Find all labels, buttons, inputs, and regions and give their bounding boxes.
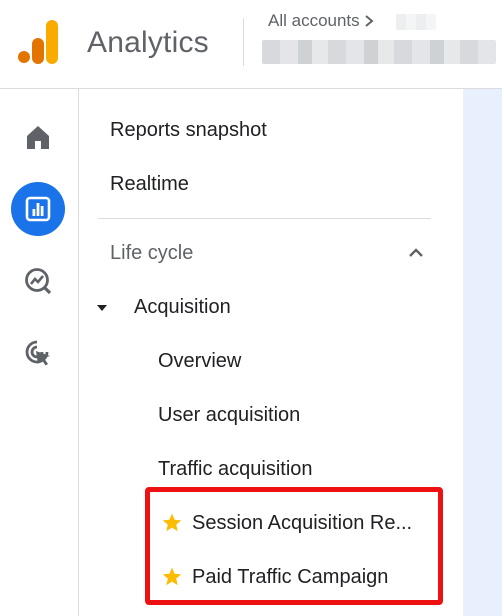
breadcrumb[interactable]: All accounts	[268, 10, 374, 32]
nav-traffic-acquisition[interactable]: Traffic acquisition	[158, 456, 313, 482]
nav-divider	[98, 218, 431, 219]
explore-icon	[25, 268, 52, 295]
property-selector[interactable]	[262, 40, 496, 64]
rail-explore-button[interactable]	[11, 254, 65, 308]
app-title: Analytics	[87, 26, 209, 59]
reports-nav-panel: Reports snapshot Realtime Life cycle Acq…	[80, 89, 463, 616]
analytics-logo-icon[interactable]	[18, 20, 58, 64]
chevron-up-icon[interactable]	[406, 243, 426, 263]
home-icon	[27, 126, 49, 149]
nav-reports-snapshot[interactable]: Reports snapshot	[110, 117, 267, 143]
nav-starred-paid-traffic-campaign[interactable]: Paid Traffic Campaign	[161, 564, 388, 590]
star-icon	[162, 567, 182, 586]
star-icon	[162, 513, 182, 532]
rail-advertising-button[interactable]	[11, 326, 65, 380]
starred-item-label: Paid Traffic Campaign	[192, 566, 389, 588]
header-divider	[243, 18, 244, 66]
reports-icon	[25, 196, 51, 222]
nav-starred-session-acquisition[interactable]: Session Acquisition Re...	[161, 510, 412, 536]
analytics-page: Analytics All accounts Reports snapshot …	[0, 0, 502, 616]
nav-overview[interactable]: Overview	[158, 348, 241, 374]
starred-item-label: Session Acquisition Re...	[192, 512, 413, 534]
chevron-right-icon	[365, 15, 374, 27]
nav-user-acquisition[interactable]: User acquisition	[158, 402, 300, 428]
main-content-area	[463, 89, 502, 616]
advertising-icon	[25, 340, 50, 366]
top-header: Analytics All accounts	[0, 0, 502, 89]
breadcrumb-all-accounts[interactable]: All accounts	[268, 11, 360, 31]
caret-down-icon[interactable]	[96, 302, 108, 314]
rail-reports-button[interactable]	[11, 182, 65, 236]
rail-home-button[interactable]	[11, 110, 65, 164]
section-life-cycle[interactable]: Life cycle	[110, 240, 193, 266]
nav-realtime[interactable]: Realtime	[110, 171, 189, 197]
redacted-account-name	[396, 14, 436, 30]
left-rail	[0, 89, 79, 616]
nav-acquisition[interactable]: Acquisition	[134, 294, 231, 320]
